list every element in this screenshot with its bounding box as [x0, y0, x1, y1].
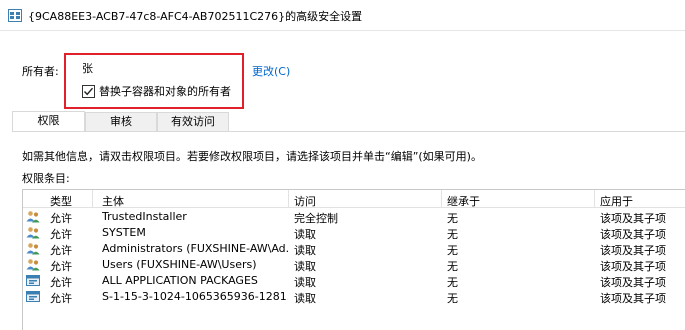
column-header-inherited[interactable]: 继承于 [447, 193, 480, 209]
table-row[interactable]: 允许 SYSTEM 读取 无 该项及其子项 [23, 225, 685, 241]
cell-access: 完全控制 [294, 212, 338, 225]
permission-entries-table: 类型 主体 访问 继承于 应用于 允许 TrustedInstaller 完全控… [22, 189, 685, 330]
cell-principal: TrustedInstaller [102, 210, 187, 223]
column-header-access[interactable]: 访问 [294, 193, 316, 209]
column-divider[interactable] [594, 190, 595, 208]
owner-label: 所有者: [22, 65, 59, 78]
cell-principal: Administrators (FUXSHINE-AW\Ad... [102, 242, 288, 255]
window-title: {9CA88EE3-ACB7-47c8-AFC4-AB702511C276}的高… [28, 10, 363, 23]
column-header-type[interactable]: 类型 [50, 193, 72, 209]
cell-type: 允许 [50, 228, 72, 241]
app-package-icon [26, 291, 40, 302]
user-group-icon [26, 243, 40, 255]
permission-entries-label: 权限条目: [22, 172, 70, 185]
cell-access: 读取 [294, 228, 316, 241]
cell-type: 允许 [50, 276, 72, 289]
cell-applies-to: 该项及其子项 [600, 244, 666, 257]
cell-inherited: 无 [447, 228, 458, 241]
tab-auditing[interactable]: 审核 [85, 112, 157, 132]
cell-principal: Users (FUXSHINE-AW\Users) [102, 258, 257, 271]
info-text: 如需其他信息，请双击权限项目。若要修改权限项目，请选择该项目并单击“编辑”(如果… [22, 150, 482, 163]
column-header-principal[interactable]: 主体 [102, 193, 124, 209]
title-bar: {9CA88EE3-ACB7-47c8-AFC4-AB702511C276}的高… [0, 0, 685, 31]
cell-principal: ALL APPLICATION PACKAGES [102, 274, 258, 287]
cell-access: 读取 [294, 260, 316, 273]
table-header: 类型 主体 访问 继承于 应用于 [23, 190, 685, 208]
user-group-icon [26, 259, 40, 271]
tab-divider [12, 131, 685, 132]
user-group-icon [26, 211, 40, 223]
cell-access: 读取 [294, 292, 316, 305]
cell-inherited: 无 [447, 292, 458, 305]
table-row[interactable]: 允许 TrustedInstaller 完全控制 无 该项及其子项 [23, 209, 685, 225]
replace-owner-checkbox[interactable] [82, 84, 95, 98]
change-owner-link[interactable]: 更改(C) [252, 63, 290, 79]
cell-inherited: 无 [447, 276, 458, 289]
tab-permissions[interactable]: 权限 [12, 111, 85, 132]
table-row[interactable]: 允许 S-1-15-3-1024-1065365936-1281... 读取 无… [23, 289, 685, 305]
user-group-icon [26, 227, 40, 239]
cell-inherited: 无 [447, 244, 458, 257]
column-header-applies-to[interactable]: 应用于 [600, 193, 633, 209]
column-divider[interactable] [92, 190, 93, 208]
column-divider[interactable] [441, 190, 442, 208]
cell-principal: SYSTEM [102, 226, 146, 239]
tab-effective-access[interactable]: 有效访问 [157, 112, 229, 132]
cell-applies-to: 该项及其子项 [600, 276, 666, 289]
cell-applies-to: 该项及其子项 [600, 212, 666, 225]
cell-applies-to: 该项及其子项 [600, 228, 666, 241]
cell-inherited: 无 [447, 260, 458, 273]
cell-type: 允许 [50, 260, 72, 273]
cell-applies-to: 该项及其子项 [600, 292, 666, 305]
replace-owner-label: 替换子容器和对象的所有者 [99, 85, 231, 98]
cell-type: 允许 [50, 244, 72, 257]
cell-type: 允许 [50, 212, 72, 225]
checkmark-icon [83, 87, 94, 95]
registry-key-icon [8, 9, 22, 22]
table-row[interactable]: 允许 ALL APPLICATION PACKAGES 读取 无 该项及其子项 [23, 273, 685, 289]
cell-access: 读取 [294, 276, 316, 289]
cell-inherited: 无 [447, 212, 458, 225]
cell-access: 读取 [294, 244, 316, 257]
column-divider[interactable] [288, 190, 289, 208]
replace-owner-option[interactable]: 替换子容器和对象的所有者 [82, 83, 231, 99]
table-row[interactable]: 允许 Users (FUXSHINE-AW\Users) 读取 无 该项及其子项 [23, 257, 685, 273]
table-row[interactable]: 允许 Administrators (FUXSHINE-AW\Ad... 读取 … [23, 241, 685, 257]
app-package-icon [26, 275, 40, 286]
cell-principal: S-1-15-3-1024-1065365936-1281... [102, 290, 288, 303]
cell-applies-to: 该项及其子项 [600, 260, 666, 273]
highlight-annotation-box [64, 53, 244, 109]
cell-type: 允许 [50, 292, 72, 305]
